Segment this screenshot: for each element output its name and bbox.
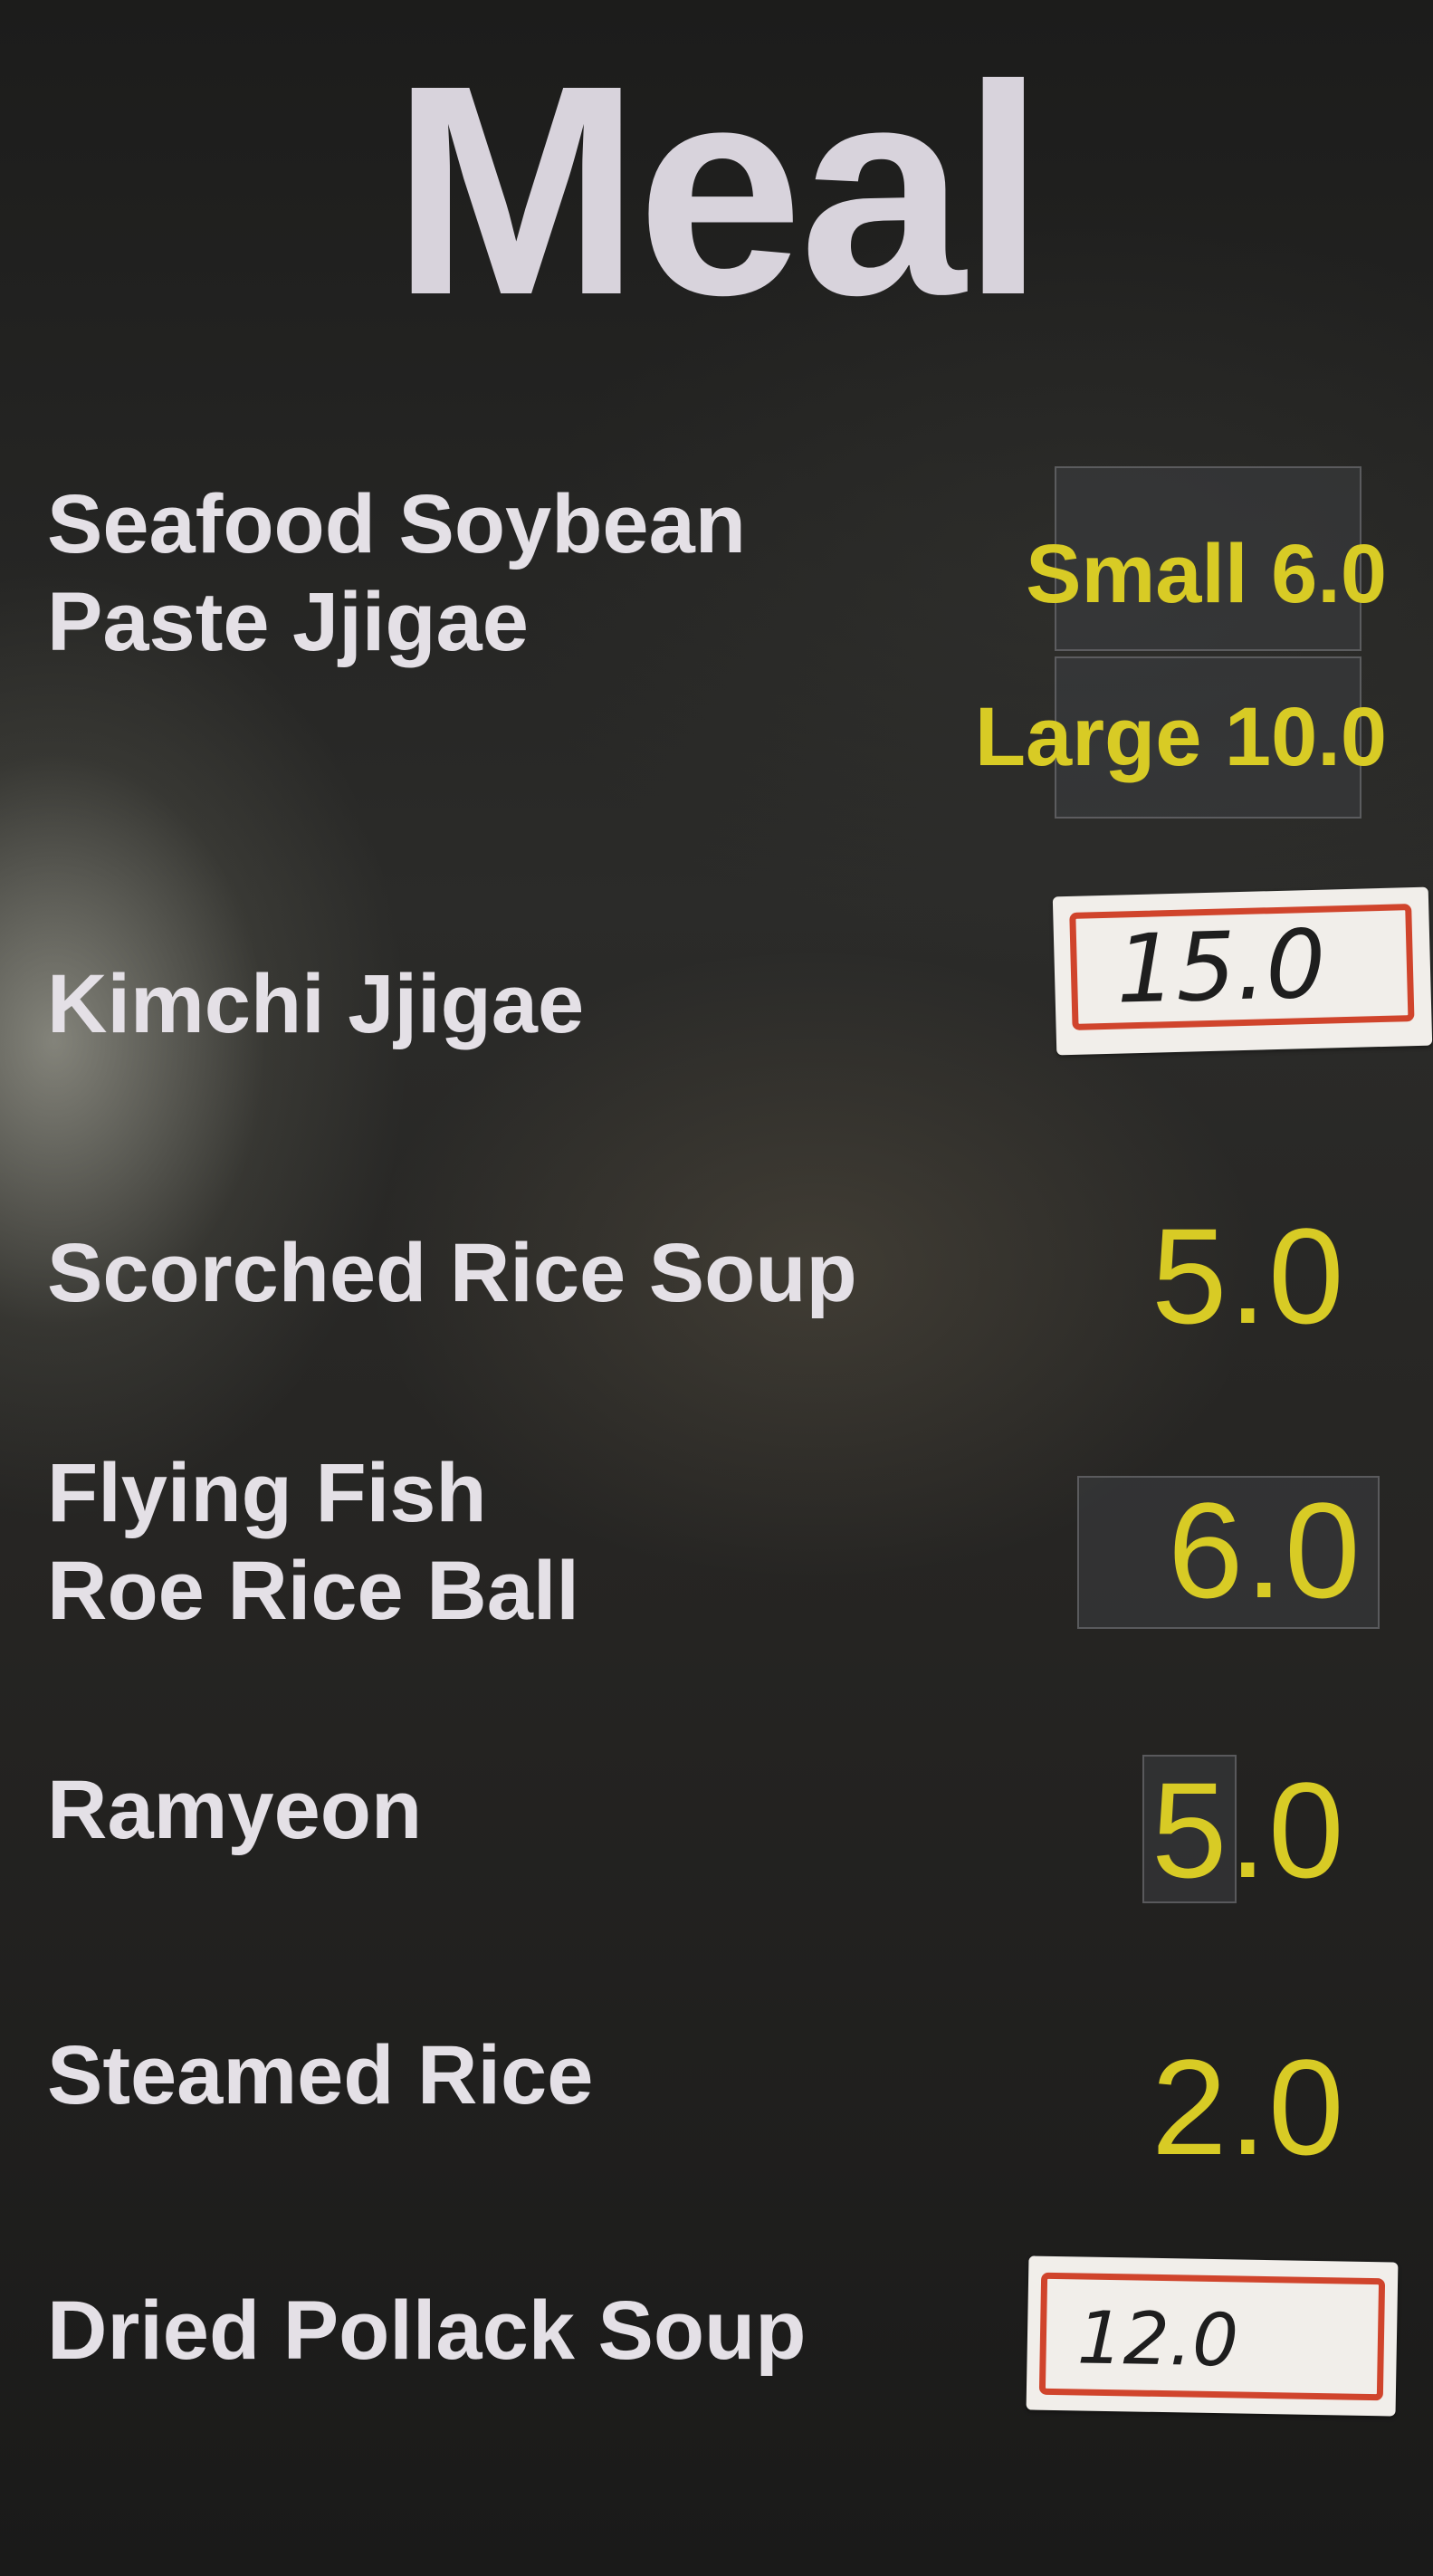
item-price-handwritten: 15.0 — [1114, 908, 1327, 1025]
item-kimchi-jjigae: Kimchi Jjigae — [47, 955, 584, 1053]
item-scorched-rice-soup: Scorched Rice Soup — [47, 1224, 857, 1322]
item-price: 5.0 — [1151, 1200, 1346, 1352]
menu-board: Meal Seafood Soybean Paste Jjigae Small … — [0, 0, 1433, 2576]
item-name-line: Roe Rice Ball — [47, 1545, 579, 1637]
item-name-line: Seafood Soybean — [47, 478, 746, 570]
item-seafood-soybean-paste-jjigae: Seafood Soybean Paste Jjigae — [47, 475, 746, 671]
price-label-card: 12.0 — [1026, 2255, 1399, 2417]
item-dried-pollack-soup: Dried Pollack Soup — [47, 2282, 806, 2380]
item-price: 6.0 — [1168, 1474, 1362, 1626]
item-flying-fish-roe-rice-ball: Flying Fish Roe Rice Ball — [47, 1444, 579, 1640]
item-price-large: Large 10.0 — [974, 691, 1387, 783]
item-price: 2.0 — [1151, 2031, 1346, 2183]
menu-title: Meal — [391, 23, 1046, 357]
item-ramyeon: Ramyeon — [47, 1761, 422, 1859]
item-name-line: Kimchi Jjigae — [47, 958, 585, 1050]
item-name-line: Flying Fish — [47, 1447, 487, 1539]
item-name-line: Steamed Rice — [47, 2029, 594, 2121]
item-name-line: Dried Pollack Soup — [47, 2284, 807, 2377]
price-label-card: 15.0 — [1052, 886, 1433, 1056]
item-steamed-rice: Steamed Rice — [47, 2026, 593, 2124]
item-name-line: Scorched Rice Soup — [47, 1227, 857, 1319]
item-price: 5.0 — [1151, 1754, 1346, 1906]
item-price-handwritten: 12.0 — [1076, 2295, 1239, 2383]
item-name-line: Ramyeon — [47, 1764, 423, 1856]
item-name-line: Paste Jjigae — [47, 576, 529, 668]
item-price-small: Small 6.0 — [1026, 528, 1387, 620]
